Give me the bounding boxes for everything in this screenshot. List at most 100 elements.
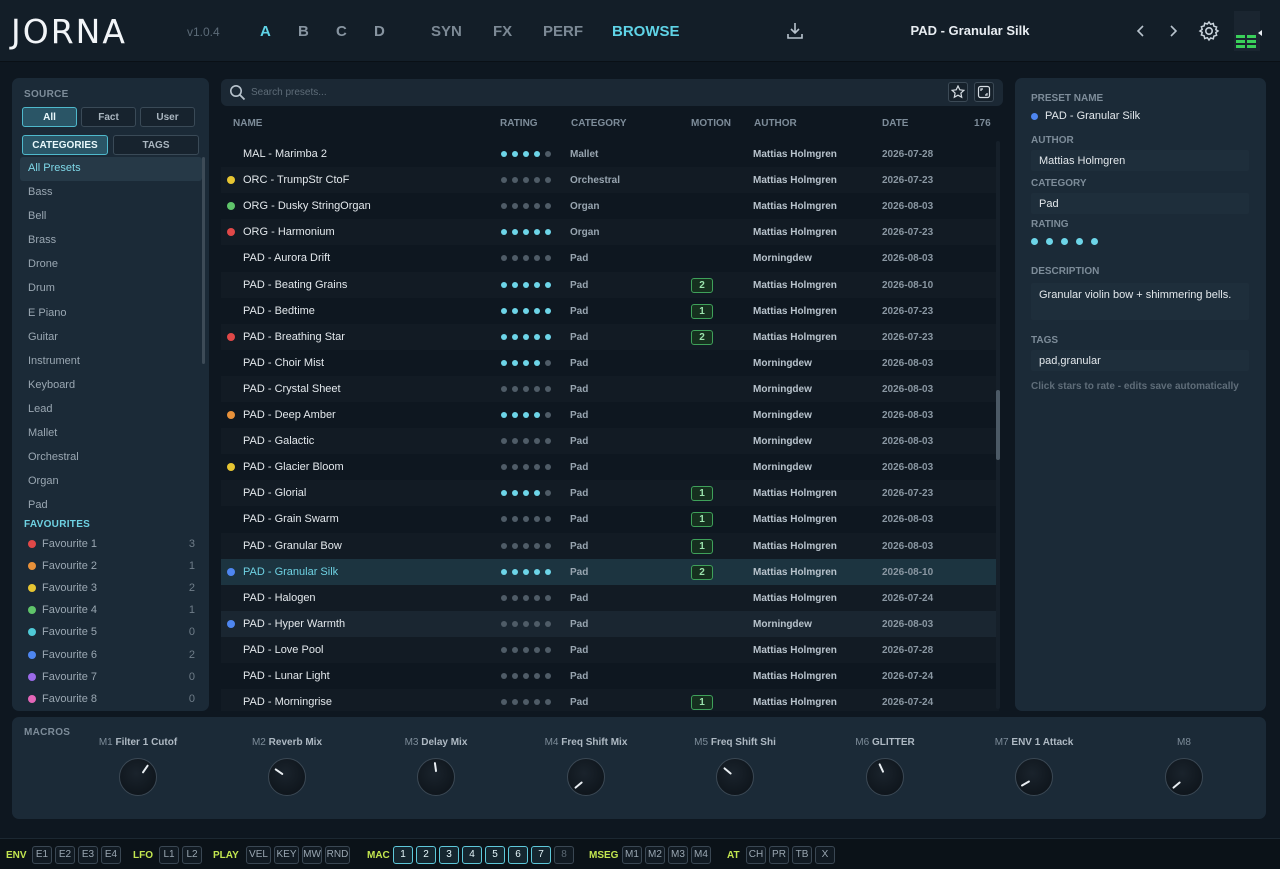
chevron-right-icon[interactable] bbox=[1164, 22, 1182, 40]
rating-dot[interactable] bbox=[512, 673, 518, 679]
rating-dot[interactable] bbox=[534, 516, 540, 523]
rating-dot[interactable] bbox=[501, 229, 507, 236]
rating-dot[interactable] bbox=[501, 255, 507, 262]
rating-dot[interactable] bbox=[545, 203, 551, 210]
rating-dots[interactable] bbox=[501, 542, 551, 549]
rating-dot[interactable] bbox=[534, 620, 540, 627]
macro-knob[interactable] bbox=[1165, 758, 1203, 796]
mod-button[interactable]: X bbox=[815, 846, 835, 864]
rating-dots[interactable] bbox=[501, 203, 551, 210]
rating-dot[interactable] bbox=[512, 307, 518, 314]
rating-dot[interactable] bbox=[545, 255, 551, 262]
rating-dot[interactable] bbox=[501, 673, 507, 679]
rating-dots[interactable] bbox=[501, 438, 551, 445]
rating-dot[interactable] bbox=[545, 646, 551, 653]
rating-dot[interactable] bbox=[512, 699, 518, 706]
macro-knob[interactable] bbox=[1015, 758, 1053, 796]
rating-dot[interactable] bbox=[545, 359, 551, 366]
category-item-drum[interactable]: Drum bbox=[20, 277, 202, 301]
rating-dot[interactable] bbox=[534, 177, 540, 184]
rating-dot[interactable] bbox=[523, 620, 529, 627]
rating-dot[interactable] bbox=[523, 542, 529, 549]
category-item-instrument[interactable]: Instrument bbox=[20, 350, 202, 374]
rating-star[interactable] bbox=[1031, 238, 1038, 245]
macro-knob[interactable] bbox=[866, 758, 904, 796]
preset-row[interactable]: PAD - Choir Mist Pad Morningdew 2026-08-03 bbox=[221, 350, 999, 376]
rating-dots[interactable] bbox=[501, 673, 551, 679]
gear-icon[interactable] bbox=[1197, 19, 1221, 43]
rating-dot[interactable] bbox=[512, 255, 518, 262]
rating-dots[interactable] bbox=[501, 385, 551, 392]
rating-dot[interactable] bbox=[523, 385, 529, 392]
rating-dot[interactable] bbox=[523, 568, 529, 575]
rating-dots[interactable] bbox=[501, 151, 551, 157]
rating-dot[interactable] bbox=[523, 333, 529, 340]
rating-dot[interactable] bbox=[501, 699, 507, 706]
preset-row[interactable]: ORG - Dusky StringOrgan Organ Mattias Holm… bbox=[221, 193, 999, 219]
favourite-item[interactable]: Favourite 5 0 bbox=[20, 622, 200, 644]
rating-dot[interactable] bbox=[512, 203, 518, 210]
preset-row[interactable]: PAD - Aurora Drift Pad Morningdew 2026-08-0… bbox=[221, 245, 999, 271]
rating-dot[interactable] bbox=[534, 359, 540, 366]
rating-dot[interactable] bbox=[545, 490, 551, 497]
rating-dot[interactable] bbox=[501, 620, 507, 627]
rating-star[interactable] bbox=[1091, 238, 1098, 245]
column-header-author[interactable]: AUTHOR bbox=[754, 118, 797, 129]
rating-dot[interactable] bbox=[501, 542, 507, 549]
rating-dot[interactable] bbox=[534, 412, 540, 418]
rating-dot[interactable] bbox=[545, 542, 551, 549]
mod-button[interactable]: M2 bbox=[645, 846, 665, 864]
tab-syn[interactable]: SYN bbox=[431, 23, 462, 40]
rating-dot[interactable] bbox=[545, 620, 551, 627]
category-item-e-piano[interactable]: E Piano bbox=[20, 302, 202, 326]
preset-row[interactable]: PAD - Breathing Star Pad 2 Mattias Holmgren… bbox=[221, 323, 999, 350]
preset-row[interactable]: PAD - Hyper Warmth Pad Morningdew 2026-08-0… bbox=[221, 610, 999, 637]
favourite-item[interactable]: Favourite 7 0 bbox=[20, 667, 200, 689]
rating-dot[interactable] bbox=[501, 412, 507, 418]
rating-dot[interactable] bbox=[534, 568, 540, 575]
download-icon[interactable] bbox=[784, 20, 806, 42]
favourite-item[interactable]: Favourite 4 1 bbox=[20, 600, 200, 622]
rating-dot[interactable] bbox=[523, 307, 529, 314]
preset-row[interactable]: PAD - Crystal Sheet Pad Morningdew 2026-08-… bbox=[221, 375, 999, 402]
rating-dot[interactable] bbox=[523, 281, 529, 288]
slot-a-button[interactable]: A bbox=[260, 23, 271, 40]
rating-dot[interactable] bbox=[501, 385, 507, 392]
rating-dot[interactable] bbox=[545, 438, 551, 445]
rating-dot[interactable] bbox=[534, 542, 540, 549]
mod-button[interactable]: L2 bbox=[182, 846, 202, 864]
rating-dot[interactable] bbox=[523, 255, 529, 262]
mod-button[interactable]: E4 bbox=[101, 846, 121, 864]
rating-dot[interactable] bbox=[501, 646, 507, 653]
preset-list-scrollbar[interactable] bbox=[996, 390, 1000, 460]
category-item-organ[interactable]: Organ bbox=[20, 470, 202, 494]
macro-knob[interactable] bbox=[417, 758, 455, 796]
preset-row[interactable]: ORG - Harmonium Organ Mattias Holmgren 2026… bbox=[221, 219, 999, 246]
rating-dot[interactable] bbox=[523, 594, 529, 601]
preset-row[interactable]: PAD - Morningrise Pad 1 Mattias Holmgren 202… bbox=[221, 689, 999, 711]
rating-dots[interactable] bbox=[501, 281, 551, 288]
rating-dot[interactable] bbox=[534, 151, 540, 157]
rating-dot[interactable] bbox=[512, 333, 518, 340]
rating-dots[interactable] bbox=[501, 516, 551, 523]
preset-row[interactable]: PAD - Glacier Bloom Pad Morningdew 2026-08-… bbox=[221, 454, 999, 480]
mod-button[interactable]: MW bbox=[302, 846, 322, 864]
favourite-item[interactable]: Favourite 2 1 bbox=[20, 556, 200, 578]
preset-row[interactable]: PAD - Deep Amber Pad Morningdew 2026-08-03 bbox=[221, 402, 999, 428]
slot-b-button[interactable]: B bbox=[298, 23, 309, 40]
rating-dots[interactable] bbox=[501, 255, 551, 262]
expand-icon[interactable] bbox=[974, 82, 994, 102]
mod-button[interactable]: 6 bbox=[508, 846, 528, 864]
rating-dot[interactable] bbox=[523, 229, 529, 236]
chevron-left-icon[interactable] bbox=[1132, 22, 1150, 40]
rating-dot[interactable] bbox=[512, 438, 518, 445]
rating-dot[interactable] bbox=[523, 359, 529, 366]
author-field[interactable]: Mattias Holmgren bbox=[1031, 150, 1249, 171]
rating-dot[interactable] bbox=[523, 151, 529, 157]
mod-button[interactable]: 5 bbox=[485, 846, 505, 864]
rating-dot[interactable] bbox=[512, 151, 518, 157]
rating-dot[interactable] bbox=[501, 203, 507, 210]
rating-dot[interactable] bbox=[534, 255, 540, 262]
mod-button[interactable]: M1 bbox=[622, 846, 642, 864]
category-item-orchestral[interactable]: Orchestral bbox=[20, 446, 202, 470]
